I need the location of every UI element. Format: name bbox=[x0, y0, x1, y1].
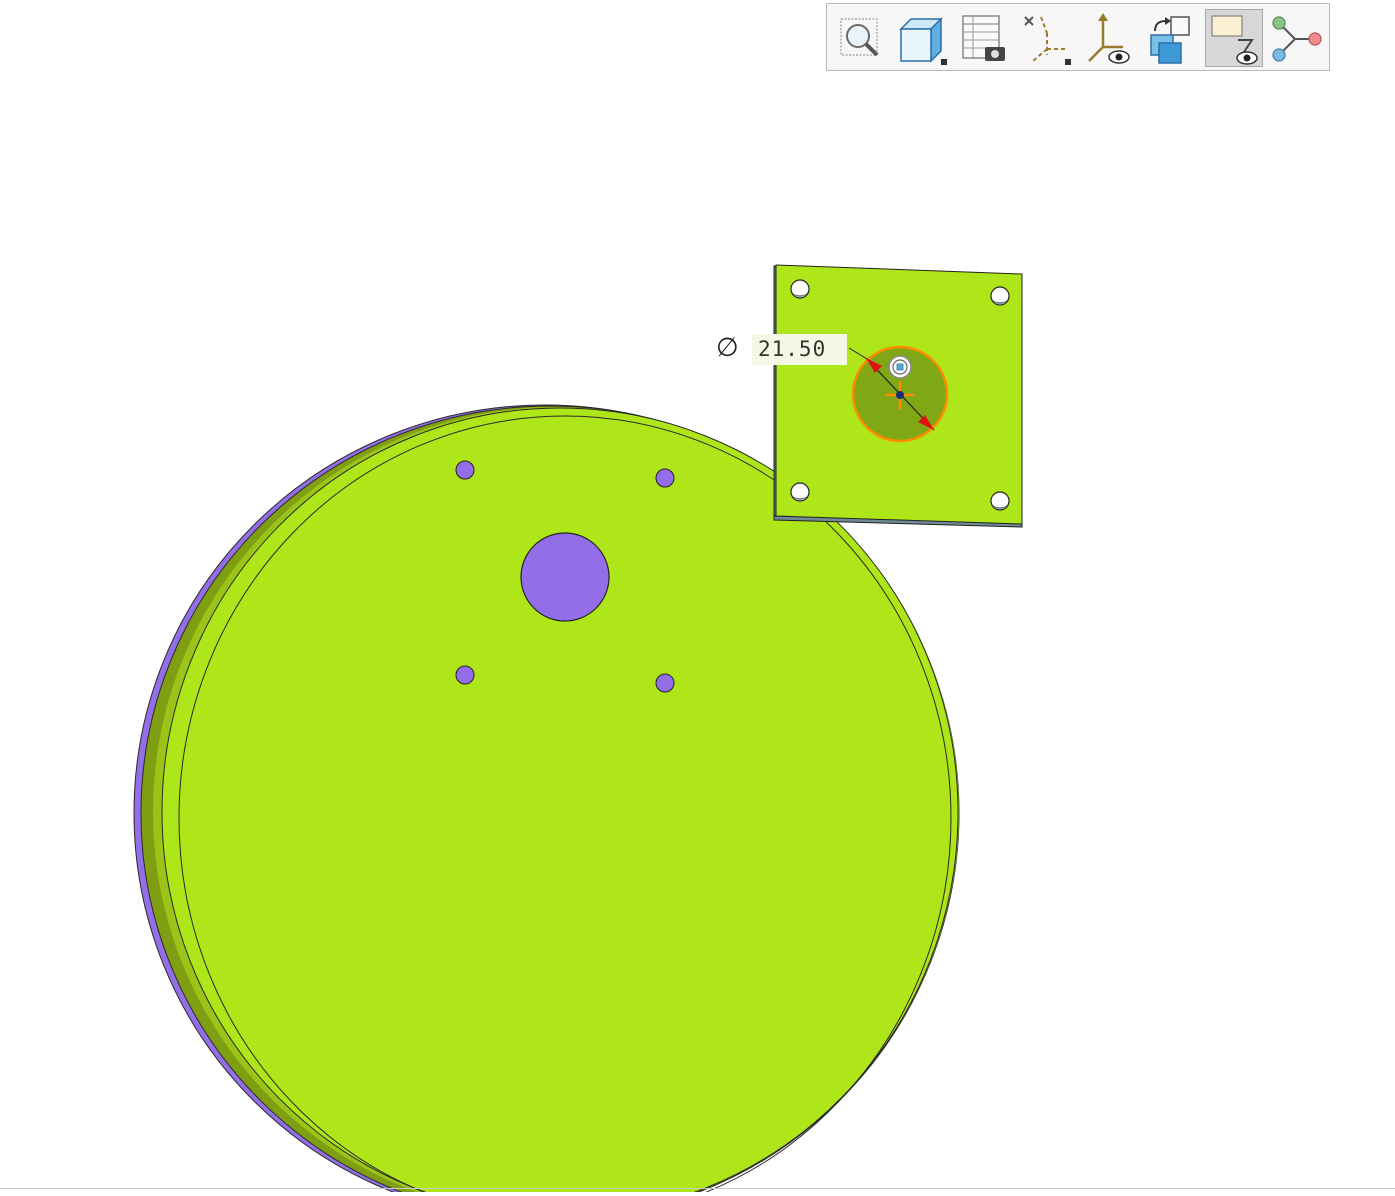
cube-icon bbox=[899, 17, 947, 65]
dimension-value-label[interactable]: 21.50 bbox=[752, 334, 847, 365]
disc-mount-hole[interactable] bbox=[455, 460, 475, 480]
view-orientation-button[interactable] bbox=[893, 9, 951, 67]
csys-display-button[interactable] bbox=[1079, 9, 1137, 67]
magnifier-icon bbox=[840, 18, 879, 57]
graphics-toolbar bbox=[826, 3, 1330, 71]
annotation-display-button[interactable] bbox=[1205, 9, 1263, 67]
disc-top-face[interactable] bbox=[161, 407, 959, 1196]
plate-corner-hole[interactable] bbox=[990, 491, 1010, 511]
plate-corner-hole[interactable] bbox=[790, 482, 810, 502]
saved-views-button[interactable] bbox=[955, 9, 1013, 67]
plate-corner-hole[interactable] bbox=[990, 286, 1010, 306]
zoom-area-button[interactable] bbox=[831, 9, 889, 67]
node-graph-icon bbox=[1272, 16, 1322, 62]
spin-center-button[interactable] bbox=[1267, 9, 1325, 67]
model-canvas[interactable] bbox=[0, 0, 1395, 1196]
diameter-symbol: ∅ bbox=[716, 333, 739, 363]
repaint-button[interactable] bbox=[1141, 9, 1199, 67]
datum-axes-icon bbox=[1024, 16, 1071, 65]
locate-handle-icon[interactable] bbox=[888, 355, 912, 379]
graphics-viewport[interactable]: ∅ 21.50 bbox=[0, 0, 1395, 1196]
disc-mount-hole[interactable] bbox=[655, 673, 675, 693]
disc-mount-hole[interactable] bbox=[455, 665, 475, 685]
annotation-eye-icon bbox=[1211, 15, 1258, 65]
copy-arrows-icon bbox=[1150, 16, 1190, 64]
csys-eye-icon bbox=[1088, 13, 1130, 64]
table-camera-icon bbox=[962, 15, 1005, 61]
disc-mount-hole[interactable] bbox=[655, 468, 675, 488]
plate-corner-hole[interactable] bbox=[790, 279, 810, 299]
datum-display-button[interactable] bbox=[1017, 9, 1075, 67]
disc-center-hole[interactable] bbox=[520, 532, 610, 622]
viewport-bottom-border bbox=[0, 1188, 1395, 1189]
